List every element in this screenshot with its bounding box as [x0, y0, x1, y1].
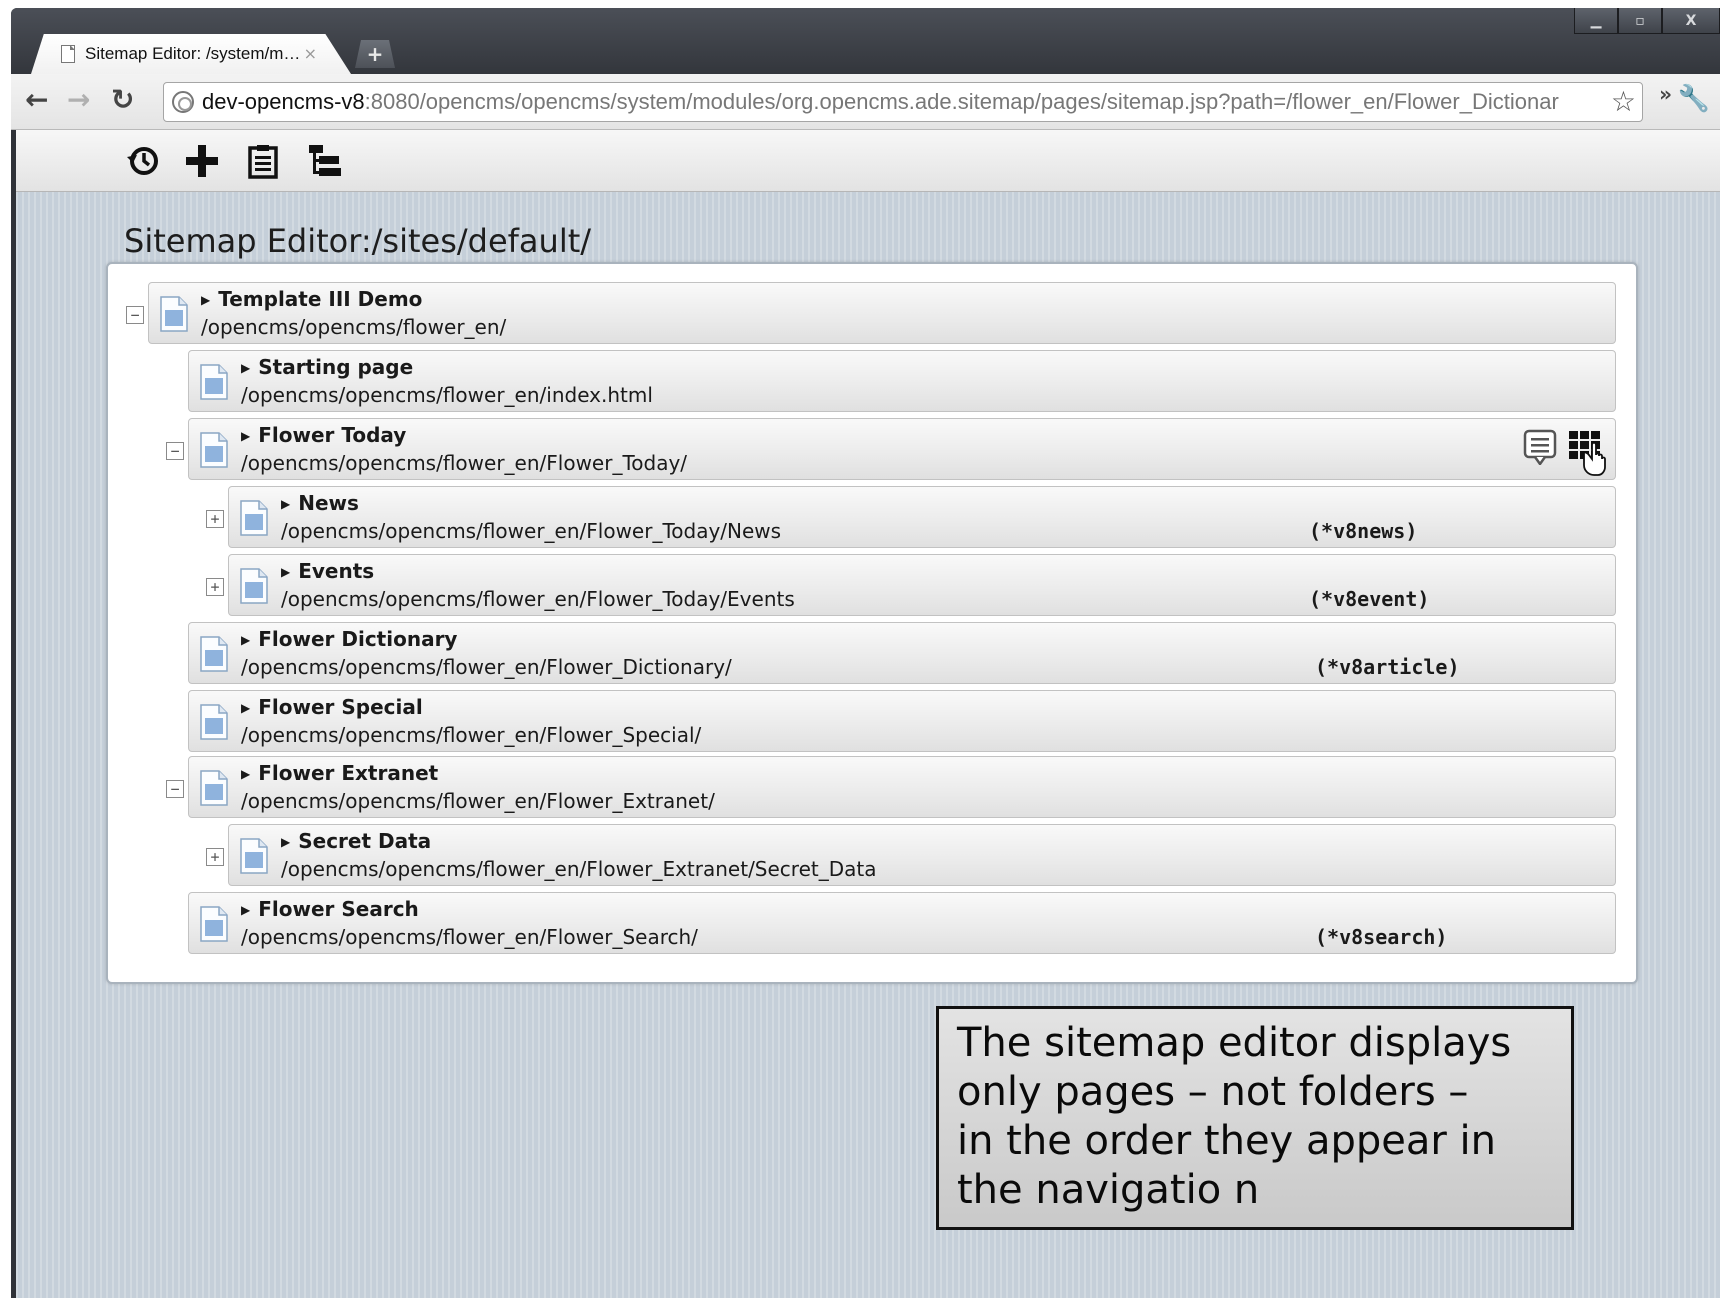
add-icon[interactable]	[181, 140, 223, 182]
expand-arrow-icon[interactable]: ▶	[241, 633, 250, 647]
sitemap-entry[interactable]: ▶ Template III Demo /opencms/opencms/flow…	[148, 282, 1616, 344]
entry-title: News	[298, 491, 359, 515]
page-icon	[200, 364, 228, 400]
entry-path: /opencms/opencms/flower_en/	[201, 315, 507, 339]
browser-toolbar: ← → ↻ dev-opencms-v8:8080/opencms/opencm…	[11, 74, 1720, 130]
entry-title: Starting page	[258, 355, 414, 379]
page-icon	[200, 432, 228, 468]
detail-page-type: (*v8news)	[1309, 519, 1418, 543]
entry-path: /opencms/opencms/flower_en/Flower_Search…	[241, 925, 698, 949]
window-controls: ▁ ▫ X	[1574, 8, 1720, 36]
page-icon	[160, 296, 188, 332]
page-favicon-icon	[61, 45, 75, 63]
sitemap-entry[interactable]: ▶ Flower Special /opencms/opencms/flower_…	[188, 690, 1616, 752]
expand-arrow-icon[interactable]: ▶	[281, 565, 290, 579]
expand-arrow-icon[interactable]: ▶	[241, 429, 250, 443]
entry-path: /opencms/opencms/flower_en/index.html	[241, 383, 653, 407]
collapse-toggle[interactable]: −	[166, 442, 184, 460]
clipboard-icon[interactable]	[242, 140, 284, 182]
entry-path: /opencms/opencms/flower_en/Flower_Today/	[241, 451, 688, 475]
expand-arrow-icon[interactable]: ▶	[281, 835, 290, 849]
page-icon	[240, 568, 268, 604]
close-window-button[interactable]: X	[1662, 8, 1720, 34]
entry-title: Secret Data	[298, 829, 432, 853]
expand-toggle[interactable]: +	[206, 848, 224, 866]
sitemap-entry[interactable]: ▶ Events /opencms/opencms/flower_en/Flowe…	[228, 554, 1616, 616]
tab-close-icon[interactable]: ×	[304, 44, 317, 63]
page-icon	[200, 636, 228, 672]
maximize-button[interactable]: ▫	[1618, 8, 1662, 34]
sitemap-entry[interactable]: ▶ News /opencms/opencms/flower_en/Flower_…	[228, 486, 1616, 548]
entry-action-buttons	[1523, 429, 1607, 477]
entry-title: Events	[298, 559, 375, 583]
url-path: :8080/opencms/opencms/system/modules/org…	[364, 89, 1559, 114]
entry-path: /opencms/opencms/flower_en/Flower_Extran…	[281, 857, 877, 881]
callout-line: in the order they appear in	[957, 1118, 1496, 1164]
new-tab-button[interactable]: +	[355, 40, 395, 68]
callout-line: only pages – not folders –	[957, 1069, 1469, 1115]
sitemap-entry[interactable]: ▶ Secret Data /opencms/opencms/flower_en/…	[228, 824, 1616, 886]
history-icon[interactable]	[122, 140, 164, 182]
page-title: Sitemap Editor:/sites/default/	[124, 222, 592, 260]
entry-path: /opencms/opencms/flower_en/Flower_Dictio…	[241, 655, 732, 679]
callout-line: the navigatio n	[957, 1167, 1260, 1213]
tab-sitemap-editor[interactable]: Sitemap Editor: /system/m… ×	[31, 34, 351, 74]
expand-arrow-icon[interactable]: ▶	[281, 497, 290, 511]
wrench-menu-icon[interactable]: 🔧	[1678, 84, 1710, 114]
detail-page-type: (*v8article)	[1315, 655, 1460, 679]
forward-icon[interactable]: →	[67, 86, 90, 114]
tab-title: Sitemap Editor: /system/m…	[85, 44, 301, 63]
page-icon	[200, 906, 228, 942]
address-bar[interactable]: dev-opencms-v8:8080/opencms/opencms/syst…	[163, 82, 1643, 122]
detail-page-type: (*v8search)	[1315, 925, 1448, 949]
entry-path: /opencms/opencms/flower_en/Flower_Specia…	[241, 723, 702, 747]
minimize-button[interactable]: ▁	[1574, 8, 1618, 34]
site-info-icon[interactable]	[172, 91, 194, 113]
expand-arrow-icon[interactable]: ▶	[241, 767, 250, 781]
bookmarks-overflow-icon[interactable]: »	[1659, 82, 1672, 106]
sitemap-entry[interactable]: ▶ Flower Dictionary /opencms/opencms/flow…	[188, 622, 1616, 684]
title-bar: ▁ ▫ X Sitemap Editor: /system/m… × +	[11, 8, 1720, 74]
sitemap-entry[interactable]: ▶ Starting page /opencms/opencms/flower_e…	[188, 350, 1616, 412]
expand-arrow-icon[interactable]: ▶	[241, 701, 250, 715]
entry-title: Flower Special	[258, 695, 423, 719]
bookmark-star-icon[interactable]: ☆	[1606, 87, 1636, 117]
sitemap-tree-icon[interactable]	[304, 140, 346, 182]
sitemap-entry[interactable]: ▶ Flower Search /opencms/opencms/flower_e…	[188, 892, 1616, 954]
entry-title: Flower Search	[258, 897, 419, 921]
expand-toggle[interactable]: +	[206, 578, 224, 596]
context-menu-grid-icon[interactable]	[1567, 429, 1607, 477]
entry-title: Flower Today	[258, 423, 407, 447]
sitemap-entry[interactable]: ▶ Flower Extranet /opencms/opencms/flower…	[188, 756, 1616, 818]
expand-arrow-icon[interactable]: ▶	[201, 293, 210, 307]
url-host: dev-opencms-v8	[202, 89, 365, 114]
sitemap-toolbar	[16, 130, 1720, 192]
callout-line: The sitemap editor displays	[957, 1020, 1512, 1066]
entry-title: Flower Dictionary	[258, 627, 458, 651]
detail-page-type: (*v8event)	[1309, 587, 1430, 611]
expand-toggle[interactable]: +	[206, 510, 224, 528]
collapse-toggle[interactable]: −	[166, 780, 184, 798]
page-icon	[240, 838, 268, 874]
back-icon[interactable]: ←	[25, 86, 48, 114]
page-icon	[240, 500, 268, 536]
collapse-toggle[interactable]: −	[126, 306, 144, 324]
entry-title: Flower Extranet	[258, 761, 439, 785]
entry-title: Template III Demo	[218, 287, 423, 311]
reload-icon[interactable]: ↻	[111, 86, 134, 114]
sitemap-entry[interactable]: ▶ Flower Today /opencms/opencms/flower_en…	[188, 418, 1616, 480]
page-icon	[200, 770, 228, 806]
entry-path: /opencms/opencms/flower_en/Flower_Extran…	[241, 789, 715, 813]
entry-path: /opencms/opencms/flower_en/Flower_Today/…	[281, 587, 795, 611]
expand-arrow-icon[interactable]: ▶	[241, 361, 250, 375]
edit-properties-icon[interactable]	[1523, 429, 1557, 465]
expand-arrow-icon[interactable]: ▶	[241, 903, 250, 917]
page-icon	[200, 704, 228, 740]
entry-path: /opencms/opencms/flower_en/Flower_Today/…	[281, 519, 782, 543]
annotation-callout: The sitemap editor displays only pages –…	[936, 1006, 1574, 1230]
sitemap-tree-panel: − ▶ Template III Demo /opencms/opencms/fl…	[106, 262, 1638, 984]
